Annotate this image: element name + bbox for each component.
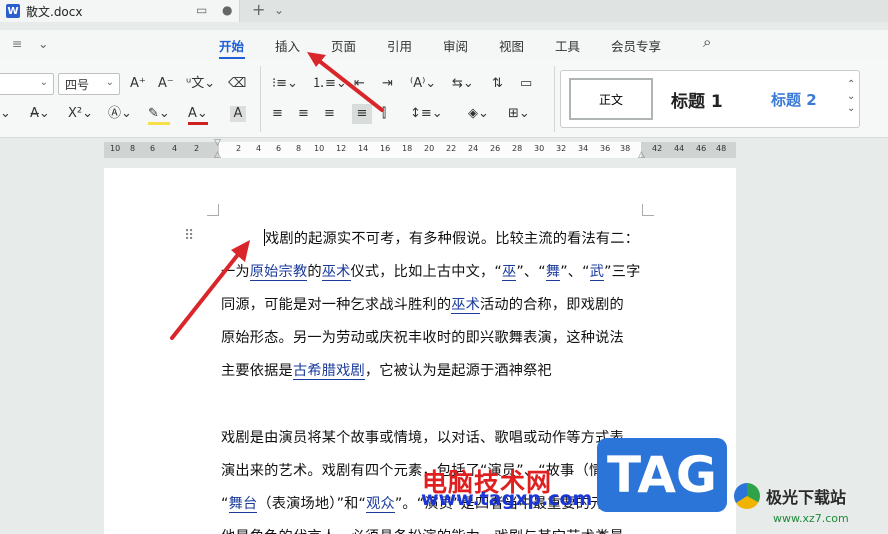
jiguang-logo: 极光下载站 (734, 483, 846, 509)
jiguang-logo-icon (734, 483, 760, 509)
jiguang-site-name: 极光下载站 (766, 488, 847, 507)
wps-writer-window: W 散文.docx ▭ ● + ⌄ ≡ ⌄ 开始 插入 页面 引用 审阅 视图 … (0, 0, 888, 534)
tag-logo: TAG (597, 438, 727, 512)
arrow-to-insert-tab (316, 58, 384, 112)
annotation-arrows (170, 52, 384, 340)
jiguang-url: www.xz7.com (773, 512, 849, 525)
arrow-to-cursor (170, 250, 242, 340)
watermark-url: www.tagxp.com (421, 488, 593, 510)
